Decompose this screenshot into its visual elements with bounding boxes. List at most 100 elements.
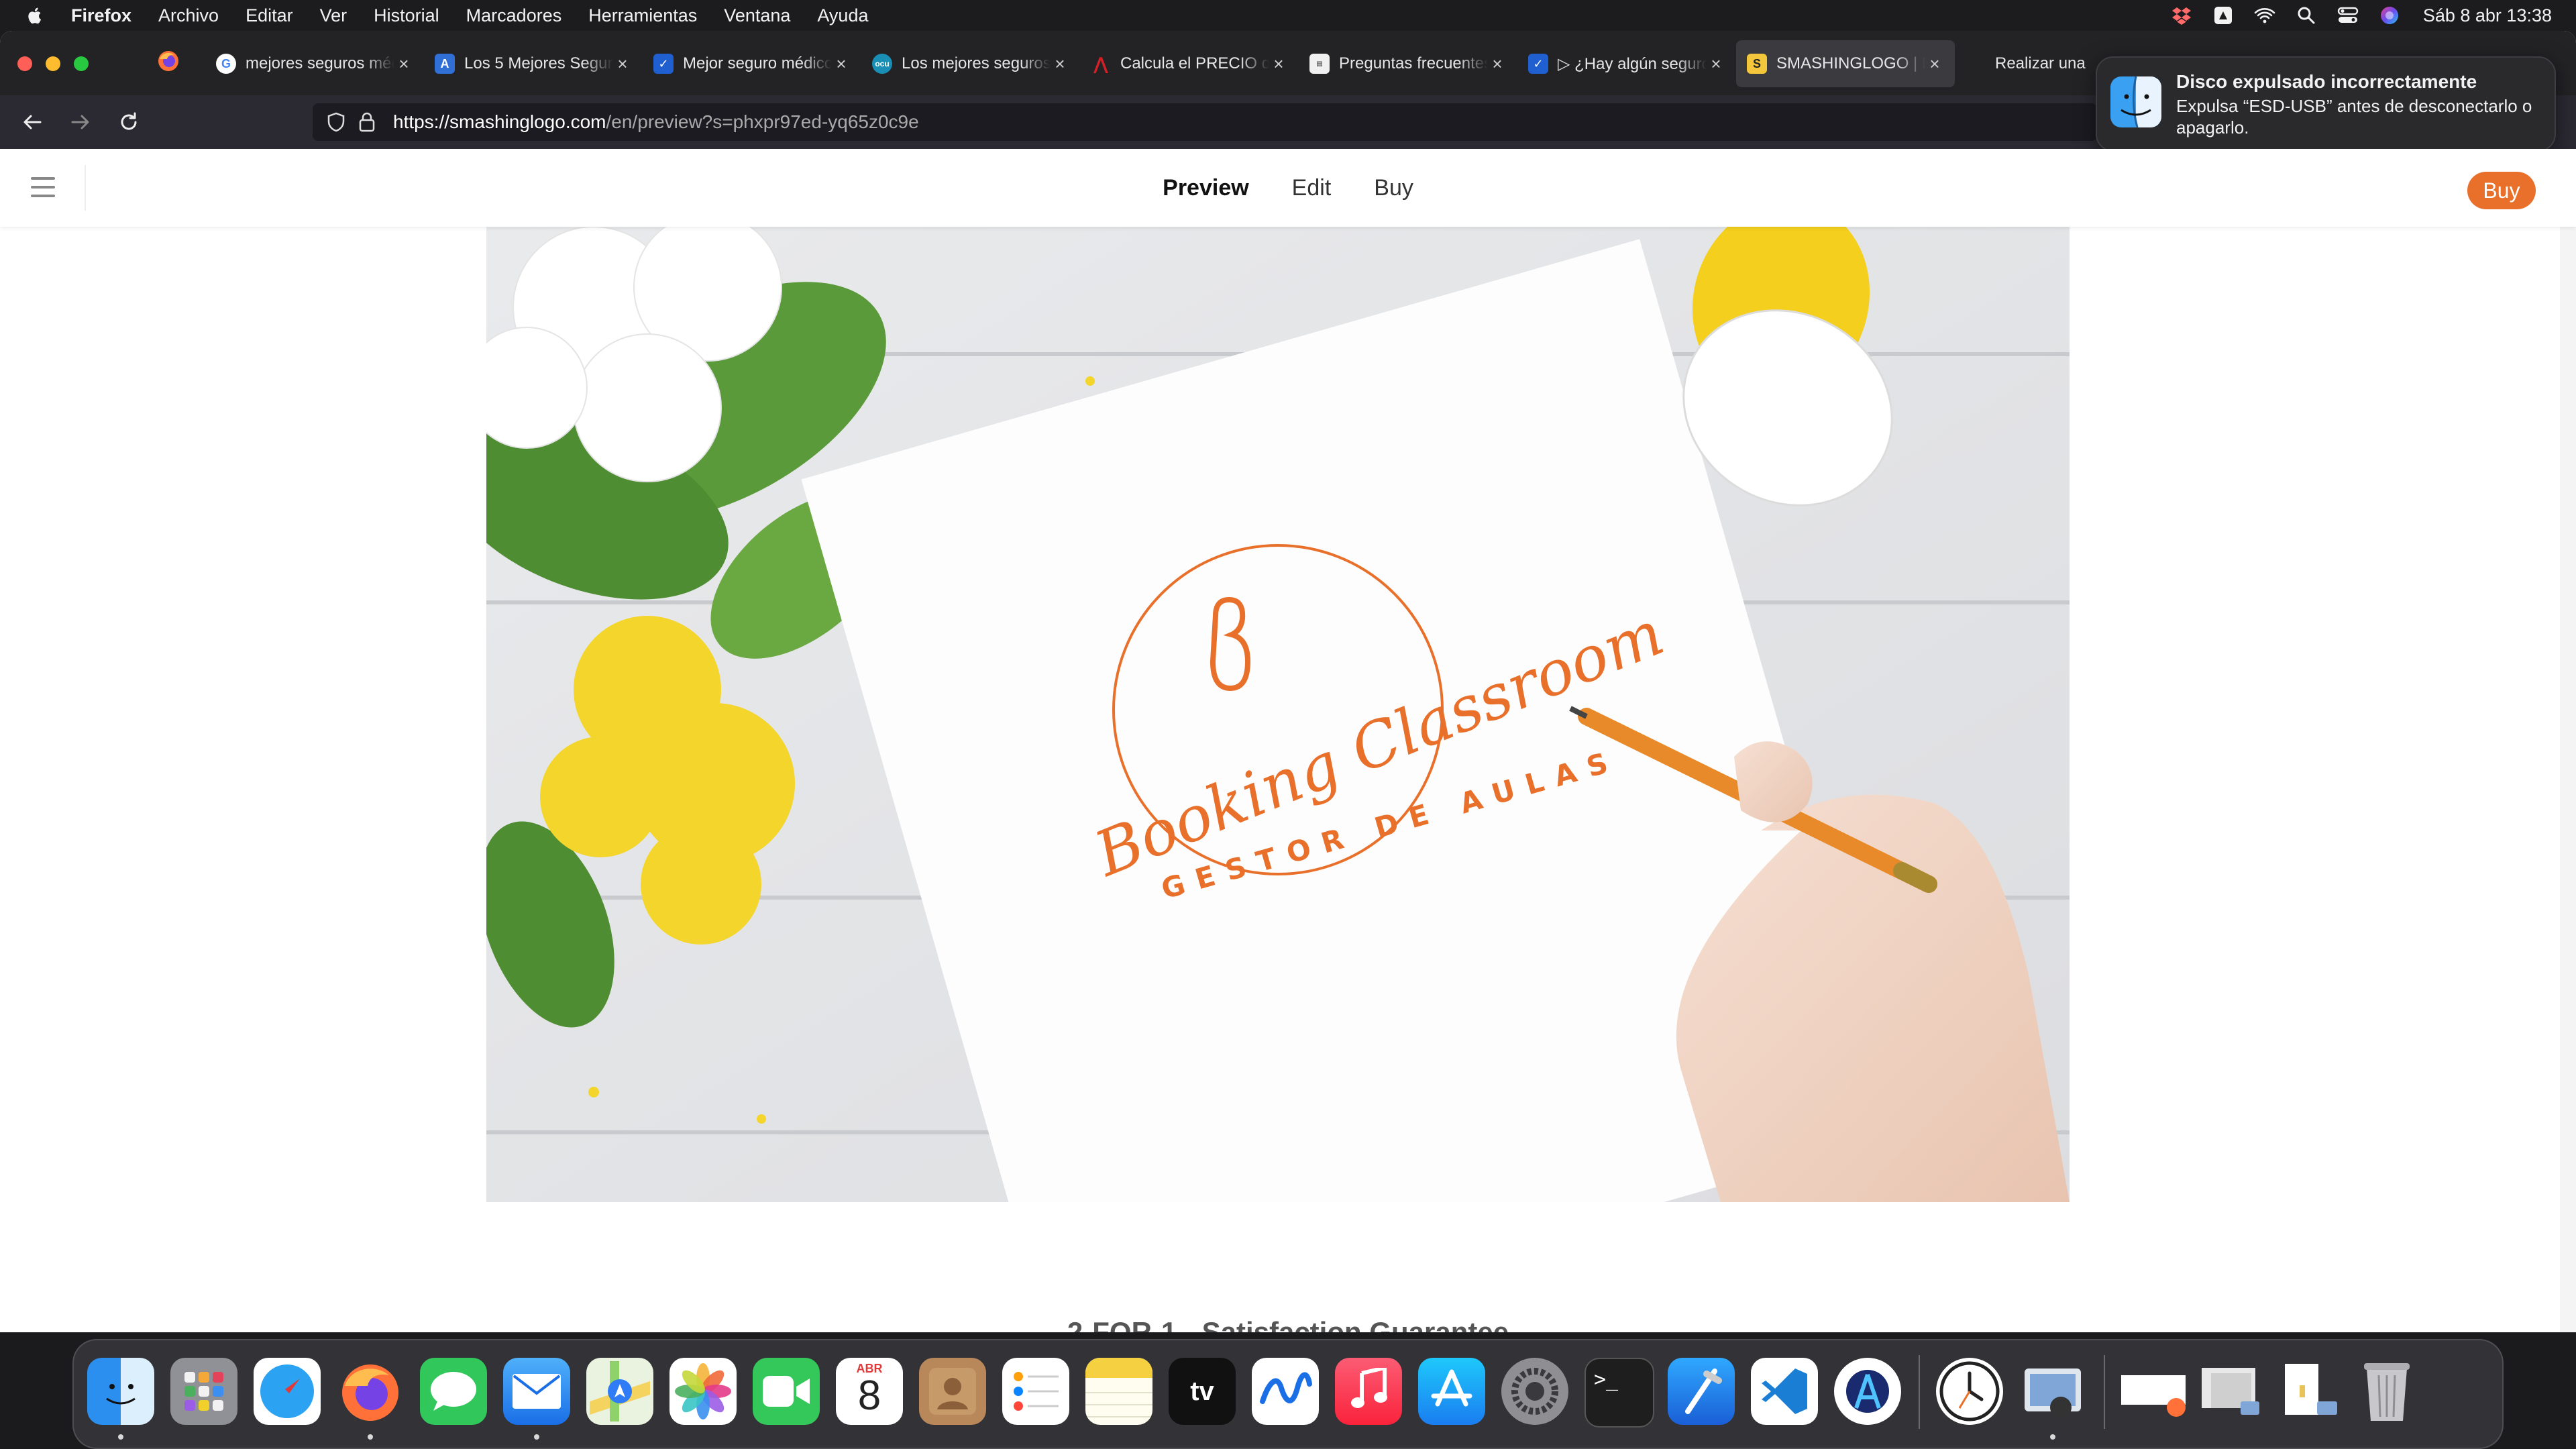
dock-separator [2104,1355,2105,1429]
check-favicon-icon: ✓ [1528,54,1548,74]
close-tab-icon[interactable]: × [832,54,851,74]
firefox-view-icon[interactable] [157,50,180,76]
check-favicon-icon: ✓ [653,54,674,74]
tab-title: mejores seguros méd [246,54,394,72]
app-store-dock-icon[interactable] [1418,1358,1485,1425]
notification-body: Expulsa “ESD-USB” antes de desconectarlo… [2176,96,2532,138]
tab-calcula-precio[interactable]: ⋀ Calcula el PRECIO de × [1080,40,1299,87]
facetime-dock-icon[interactable] [753,1358,820,1425]
close-tab-icon[interactable]: × [1925,54,1944,74]
close-tab-icon[interactable]: × [394,54,413,74]
close-tab-icon[interactable]: × [1707,54,1725,74]
reminders-dock-icon[interactable] [1002,1358,1069,1425]
buy-button[interactable]: Buy [2467,172,2536,209]
downloads-stack-icon[interactable] [2120,1358,2187,1425]
back-arrow-icon[interactable] [19,109,46,136]
tab-hay-algun-seguro[interactable]: ✓ ▷ ¿Hay algún seguro × [1517,40,1736,87]
control-center-icon[interactable] [2337,5,2359,25]
google-favicon-icon: G [216,54,236,74]
messages-dock-icon[interactable] [420,1358,487,1425]
running-indicator [2050,1434,2055,1440]
menu-editar[interactable]: Editar [246,5,293,26]
menu-ver[interactable]: Ver [320,5,347,26]
launchpad-dock-icon[interactable] [170,1358,237,1425]
dock-separator [1919,1355,1920,1429]
reload-icon[interactable] [115,109,142,136]
clock-dock-icon[interactable] [1936,1358,2003,1425]
page-scrollbar[interactable] [2560,227,2576,1332]
menu-app-name[interactable]: Firefox [71,5,131,26]
documents-stack-icon[interactable] [2198,1358,2265,1425]
system-settings-dock-icon[interactable] [1501,1358,1568,1425]
url-bar[interactable]: https://smashinglogo.com/en/preview?s=ph… [313,103,2097,141]
vscode-dock-icon[interactable] [1751,1358,1818,1425]
url-host: https://smashinglogo.com [393,111,606,132]
minimize-window-button[interactable] [46,56,60,71]
url-text[interactable]: https://smashinglogo.com/en/preview?s=ph… [393,111,919,133]
mapfre-favicon-icon: ⋀ [1093,53,1108,74]
menu-herramientas[interactable]: Herramientas [588,5,697,26]
tab-5-mejores[interactable]: A Los 5 Mejores Seguros × [424,40,643,87]
apple-tv-dock-icon[interactable]: tv [1169,1358,1236,1425]
close-tab-icon[interactable]: × [1488,54,1507,74]
files-stack-icon[interactable] [2275,1358,2343,1425]
music-dock-icon[interactable] [1335,1358,1402,1425]
dock: ABR 8 tv >_ [72,1339,2504,1449]
menu-ventana[interactable]: Ventana [724,5,790,26]
menu-ayuda[interactable]: Ayuda [817,5,868,26]
tracking-protection-shield-icon[interactable] [326,112,346,132]
nav-preview[interactable]: Preview [1163,175,1249,201]
notification-banner[interactable]: Disco expulsado incorrectamente Expulsa … [2096,56,2556,152]
contacts-dock-icon[interactable] [919,1358,986,1425]
trash-dock-icon[interactable] [2353,1358,2420,1425]
nav-edit[interactable]: Edit [1292,175,1332,201]
tab-preguntas-frecuentes[interactable]: ▤ Preguntas frecuentes × [1299,40,1517,87]
nav-buy[interactable]: Buy [1374,175,1413,201]
siri-icon[interactable] [2379,5,2400,25]
forward-arrow-icon[interactable] [67,109,94,136]
zoom-window-button[interactable] [74,56,89,71]
tab-los-mejores-seguros[interactable]: ocu Los mejores seguros × [861,40,1080,87]
firefox-dock-icon[interactable] [337,1358,404,1425]
close-tab-icon[interactable]: × [1051,54,1069,74]
terminal-dock-icon[interactable]: >_ [1585,1358,1654,1428]
ocu-favicon-icon: ocu [872,54,892,74]
site-a-favicon-icon: A [435,54,455,74]
apple-menu-icon[interactable] [25,5,46,25]
tv-label: tv [1190,1376,1214,1406]
logo-mockup-image: Booking Classroom GESTOR DE AULAS [486,227,2070,1202]
smashinglogo-favicon-icon: S [1747,54,1767,74]
menu-marcadores[interactable]: Marcadores [466,5,562,26]
close-tab-icon[interactable]: × [1269,54,1288,74]
freeform-dock-icon[interactable] [1252,1358,1319,1425]
tab-smashinglogo[interactable]: S SMASHINGLOGO | P × [1736,40,1955,87]
mail-dock-icon[interactable] [503,1358,570,1425]
lock-icon[interactable] [358,112,376,132]
maps-dock-icon[interactable] [586,1358,653,1425]
finder-icon [2110,76,2161,127]
apple-favicon-icon [1966,54,1986,74]
menu-historial[interactable]: Historial [374,5,439,26]
finder-dock-icon[interactable] [87,1358,154,1425]
spotlight-search-icon[interactable] [2296,5,2317,25]
tab-title: Preguntas frecuentes [1339,54,1488,72]
tab-mejores-seguros[interactable]: G mejores seguros méd × [205,40,424,87]
safari-dock-icon[interactable] [254,1358,321,1425]
close-tab-icon[interactable]: × [613,54,632,74]
instruments-dock-icon[interactable] [1834,1358,1901,1425]
running-indicator [534,1434,539,1440]
photos-dock-icon[interactable] [669,1358,737,1425]
close-window-button[interactable] [17,56,32,71]
tab-mejor-seguro-medico[interactable]: ✓ Mejor seguro médico × [643,40,861,87]
calendar-dock-icon[interactable]: ABR 8 [836,1358,903,1425]
dropbox-icon[interactable] [2171,5,2192,25]
wifi-icon[interactable] [2254,5,2275,25]
preview-dock-icon[interactable] [2019,1358,2086,1425]
notes-dock-icon[interactable] [1085,1358,1152,1425]
tab-title: Calcula el PRECIO de [1120,54,1269,72]
drive-icon[interactable] [2212,5,2234,25]
menubar-clock[interactable]: Sáb 8 abr 13:38 [2423,5,2552,26]
xcode-dock-icon[interactable] [1668,1358,1735,1425]
satisfaction-guarantee-heading: 2-FOR-1 - Satisfaction Guarantee [1067,1316,1509,1332]
menu-archivo[interactable]: Archivo [158,5,219,26]
